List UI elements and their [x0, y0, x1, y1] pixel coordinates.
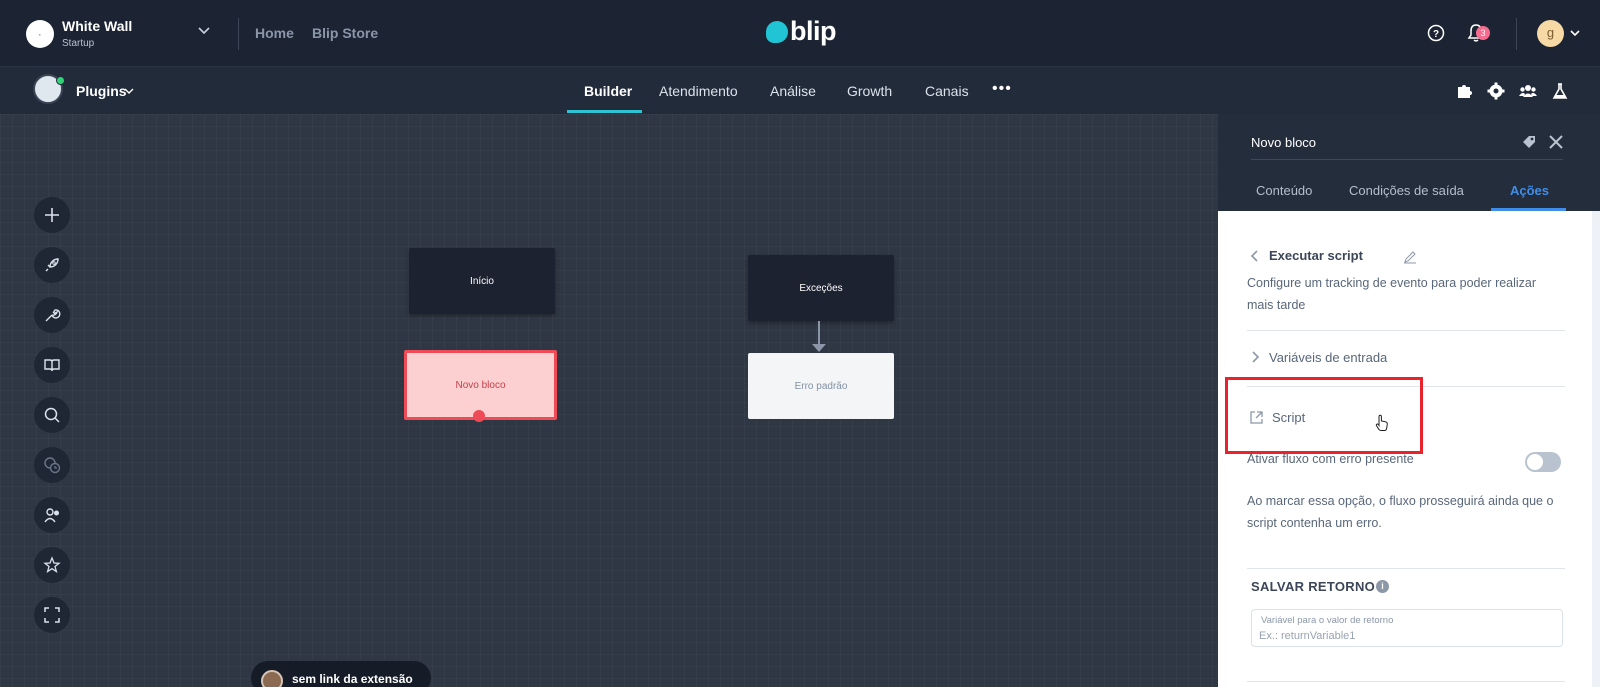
team-icon[interactable]: [1519, 82, 1537, 100]
tab-acoes[interactable]: Ações: [1510, 183, 1549, 198]
workspace-name[interactable]: White Wall: [62, 18, 132, 34]
users-icon: [44, 508, 59, 523]
divider: [1247, 568, 1565, 569]
blip-logo-icon: [766, 20, 788, 43]
hand-pointer-icon: [1375, 414, 1388, 431]
active-tab-indicator: [567, 110, 642, 113]
docs-button[interactable]: [34, 347, 70, 383]
online-status-icon: [56, 76, 65, 85]
action-description: Configure um tracking de evento para pod…: [1247, 276, 1537, 312]
divider: [1516, 18, 1517, 50]
home-link[interactable]: Home: [255, 25, 294, 41]
fullscreen-icon: [44, 607, 60, 623]
flow-canvas[interactable]: [0, 114, 1218, 687]
scrollbar[interactable]: [1592, 211, 1600, 687]
toggle-knob: [1527, 454, 1543, 470]
tag-icon[interactable]: [1521, 134, 1537, 150]
return-variable-input[interactable]: [1259, 628, 1555, 644]
notification-badge: 3: [1476, 26, 1490, 40]
block-title-input[interactable]: Novo bloco: [1251, 135, 1316, 150]
plus-icon: [45, 208, 59, 222]
blip-logo-text: blip: [790, 16, 837, 46]
extension-avatar: [261, 670, 283, 687]
input-variables-toggle[interactable]: Variáveis de entrada: [1269, 350, 1387, 365]
chevron-right-icon[interactable]: [1249, 350, 1261, 364]
svg-text:?: ?: [1433, 29, 1439, 40]
arrow-down-icon: [812, 344, 826, 352]
users-button[interactable]: [34, 497, 70, 533]
wrench-icon: [45, 309, 61, 322]
chevron-down-icon[interactable]: [1569, 27, 1581, 39]
help-icon[interactable]: ?: [1427, 24, 1445, 42]
star-icon: [43, 556, 61, 573]
divider: [1247, 330, 1565, 331]
blip-store-link[interactable]: Blip Store: [312, 25, 378, 41]
info-icon[interactable]: i: [1376, 580, 1389, 593]
history-button[interactable]: [34, 447, 70, 483]
divider: [1251, 159, 1563, 160]
block-erro-padrao[interactable]: Erro padrão: [748, 353, 894, 419]
workspace-logo[interactable]: ▪: [26, 20, 54, 48]
search-button[interactable]: [34, 397, 70, 433]
user-avatar[interactable]: g: [1537, 20, 1564, 47]
error-flow-label: Ativar fluxo com erro presente: [1247, 452, 1414, 466]
bot-name[interactable]: Plugins: [76, 83, 127, 99]
tab-growth[interactable]: Growth: [847, 83, 892, 99]
workspace-plan: Startup: [62, 38, 95, 49]
tab-condicoes-de-saida[interactable]: Condições de saída: [1349, 183, 1464, 198]
error-flow-description: Ao marcar essa opção, o fluxo prosseguir…: [1247, 494, 1554, 530]
search-icon: [44, 407, 60, 423]
publish-button[interactable]: [34, 247, 70, 283]
more-icon[interactable]: •••: [992, 80, 1012, 98]
tab-builder[interactable]: Builder: [584, 83, 632, 99]
book-icon: [44, 359, 60, 372]
extension-label: sem link da extensão: [292, 672, 413, 686]
favorites-button[interactable]: [34, 547, 70, 583]
tab-atendimento[interactable]: Atendimento: [659, 83, 738, 99]
chevron-down-icon[interactable]: [196, 22, 212, 38]
divider: [238, 18, 239, 50]
block-output-handle[interactable]: [473, 410, 485, 422]
close-icon[interactable]: [1548, 134, 1564, 150]
block-excecoes[interactable]: Exceções: [748, 255, 894, 321]
puzzle-icon[interactable]: [1455, 82, 1473, 100]
chevron-left-icon[interactable]: [1249, 249, 1261, 263]
action-title[interactable]: Executar script: [1269, 248, 1363, 263]
rocket-icon: [45, 258, 59, 272]
blip-logo[interactable]: blip: [766, 16, 837, 47]
flask-icon[interactable]: [1551, 82, 1569, 100]
save-return-heading: SALVAR RETORNO: [1251, 579, 1376, 594]
fullscreen-button[interactable]: [34, 597, 70, 633]
chevron-down-icon[interactable]: [124, 86, 134, 96]
tab-canais[interactable]: Canais: [925, 83, 969, 99]
return-variable-label: Variável para o valor de retorno: [1261, 615, 1394, 626]
divider: [1247, 681, 1565, 682]
tab-analise[interactable]: Análise: [770, 83, 816, 99]
clock-switch-icon: [44, 457, 61, 474]
highlight-annotation: [1225, 377, 1423, 454]
block-inicio[interactable]: Início: [409, 248, 555, 314]
add-block-button[interactable]: [34, 197, 70, 233]
gear-icon[interactable]: [1487, 82, 1505, 100]
tools-button[interactable]: [34, 297, 70, 333]
tab-conteudo[interactable]: Conteúdo: [1256, 183, 1312, 198]
pencil-icon[interactable]: [1403, 250, 1417, 264]
